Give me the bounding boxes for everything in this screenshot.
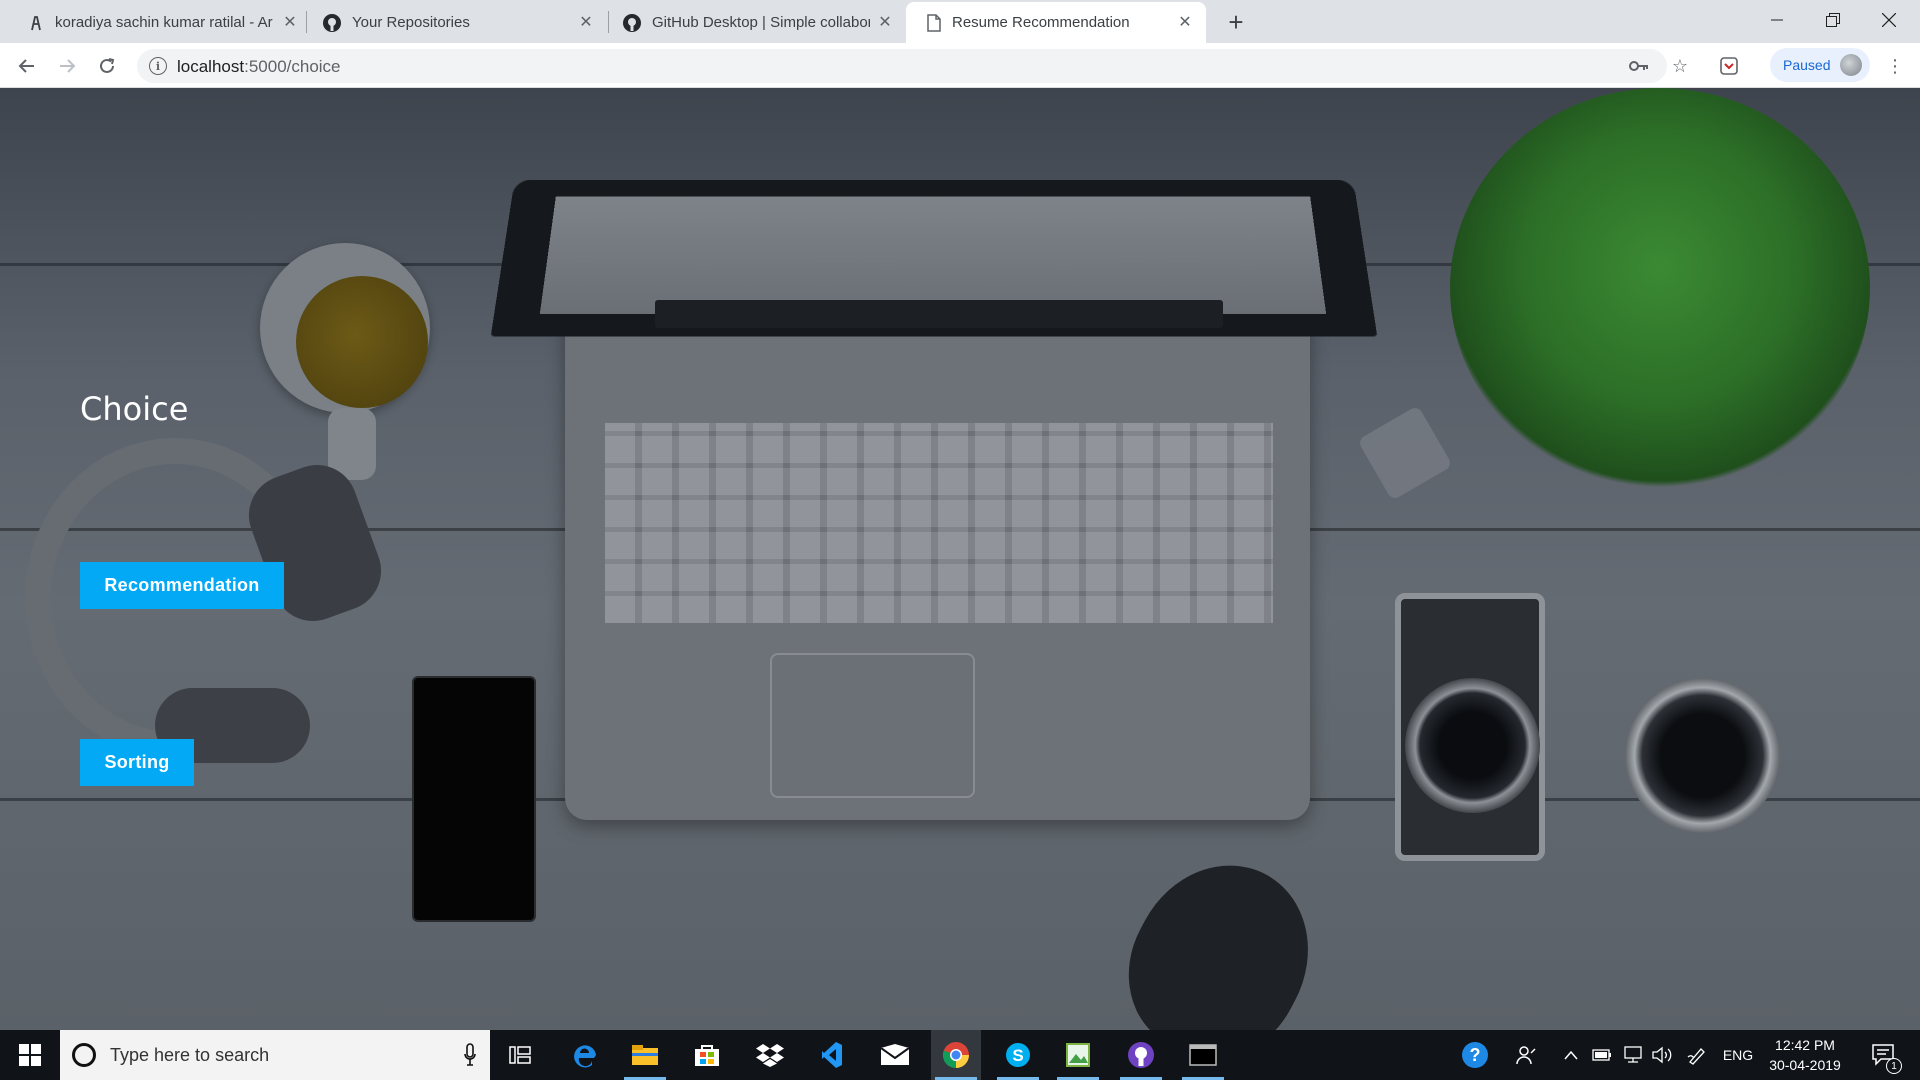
tab-title: Your Repositories bbox=[352, 14, 470, 31]
camera-lens-image bbox=[1405, 678, 1540, 813]
laptop-screen-image bbox=[539, 196, 1327, 314]
mouse-image bbox=[1099, 834, 1341, 1030]
microphone-icon[interactable] bbox=[464, 1043, 476, 1067]
url-text: localhost:5000/choice bbox=[177, 57, 341, 77]
file-explorer-icon[interactable] bbox=[620, 1030, 670, 1080]
network-icon[interactable] bbox=[1618, 1030, 1646, 1080]
laptop-hinge-image bbox=[655, 300, 1223, 328]
url-host: localhost bbox=[177, 57, 245, 76]
sorting-button[interactable]: Sorting bbox=[80, 739, 194, 786]
github-desktop-icon[interactable] bbox=[1116, 1030, 1166, 1080]
terminal-icon[interactable] bbox=[1178, 1030, 1228, 1080]
tab-your-repositories[interactable]: Your Repositories ✕ bbox=[306, 2, 606, 43]
document-icon bbox=[924, 13, 944, 33]
windows-start-icon[interactable] bbox=[0, 1030, 60, 1080]
recommendation-button[interactable]: Recommendation bbox=[80, 562, 284, 609]
key-icon[interactable] bbox=[1626, 53, 1652, 79]
restore-icon[interactable] bbox=[1810, 0, 1856, 40]
github-icon bbox=[322, 13, 342, 33]
lens-image bbox=[1625, 678, 1780, 833]
taskbar-search-box[interactable]: Type here to search bbox=[60, 1030, 490, 1080]
clock-time: 12:42 PM bbox=[1775, 1037, 1835, 1053]
notifications-icon[interactable]: 1 bbox=[1864, 1030, 1904, 1080]
chrome-icon[interactable] bbox=[931, 1030, 981, 1080]
edge-icon[interactable] bbox=[560, 1030, 610, 1080]
search-placeholder: Type here to search bbox=[110, 1045, 270, 1065]
close-window-icon[interactable] bbox=[1866, 0, 1912, 40]
profile-paused-button[interactable]: Paused bbox=[1770, 48, 1870, 82]
github-icon bbox=[622, 13, 642, 33]
avatar bbox=[1840, 54, 1862, 76]
ar-favicon-icon bbox=[26, 13, 46, 33]
tab-title: Resume Recommendation bbox=[952, 14, 1130, 31]
help-icon[interactable]: ? bbox=[1455, 1030, 1495, 1080]
store-icon[interactable] bbox=[682, 1030, 732, 1080]
tab-close-icon[interactable]: ✕ bbox=[576, 12, 596, 32]
tab-close-icon[interactable]: ✕ bbox=[280, 12, 300, 32]
new-tab-icon[interactable]: + bbox=[1222, 7, 1250, 37]
tea-image bbox=[296, 276, 428, 408]
image-editor-icon[interactable] bbox=[1053, 1030, 1103, 1080]
visual-studio-icon[interactable] bbox=[807, 1030, 857, 1080]
people-icon[interactable] bbox=[1508, 1030, 1544, 1080]
minimize-icon[interactable] bbox=[1754, 0, 1800, 40]
show-hidden-icons-icon[interactable] bbox=[1560, 1030, 1582, 1080]
skype-icon[interactable]: S bbox=[993, 1030, 1043, 1080]
tab-resume-recommendation[interactable]: Resume Recommendation ✕ bbox=[906, 2, 1206, 43]
pocket-extension-icon[interactable] bbox=[1716, 53, 1742, 79]
browser-toolbar: i localhost:5000/choice ☆ Paused ⋮ bbox=[0, 43, 1920, 88]
forward-icon[interactable] bbox=[52, 51, 82, 81]
tab-github-desktop[interactable]: GitHub Desktop | Simple collabor ✕ bbox=[608, 2, 906, 43]
address-bar[interactable]: i localhost:5000/choice bbox=[137, 49, 1667, 83]
svg-text:S: S bbox=[1012, 1046, 1023, 1065]
notification-count-badge: 1 bbox=[1886, 1058, 1902, 1074]
volume-icon[interactable] bbox=[1648, 1030, 1676, 1080]
clock-date: 30-04-2019 bbox=[1769, 1057, 1841, 1073]
keyboard-image bbox=[605, 423, 1273, 623]
menu-kebab-icon[interactable]: ⋮ bbox=[1882, 53, 1908, 79]
back-icon[interactable] bbox=[12, 51, 42, 81]
language-indicator[interactable]: ENG bbox=[1718, 1030, 1758, 1080]
cortana-icon[interactable] bbox=[72, 1043, 96, 1067]
page-title: Choice bbox=[80, 390, 189, 428]
plant-image bbox=[1450, 88, 1870, 488]
trackpad-image bbox=[770, 653, 975, 798]
reload-icon[interactable] bbox=[92, 51, 122, 81]
tab-close-icon[interactable]: ✕ bbox=[1175, 12, 1195, 32]
dropbox-icon[interactable] bbox=[745, 1030, 795, 1080]
bookmark-star-icon[interactable]: ☆ bbox=[1667, 53, 1693, 79]
tab-koradiya[interactable]: koradiya sachin kumar ratilal - Ar ✕ bbox=[4, 2, 304, 43]
tab-title: GitHub Desktop | Simple collabor bbox=[652, 14, 870, 31]
profile-status-label: Paused bbox=[1783, 57, 1831, 73]
site-info-icon[interactable]: i bbox=[149, 57, 167, 75]
url-path: :5000/choice bbox=[244, 57, 341, 76]
battery-icon[interactable] bbox=[1588, 1030, 1616, 1080]
windows-taskbar: Type here to search S ? ENG 12:42 PM 30-… bbox=[0, 1030, 1920, 1080]
mail-icon[interactable] bbox=[870, 1030, 920, 1080]
tab-close-icon[interactable]: ✕ bbox=[875, 12, 895, 32]
system-clock[interactable]: 12:42 PM 30-04-2019 bbox=[1760, 1035, 1850, 1075]
browser-tabstrip: koradiya sachin kumar ratilal - Ar ✕ You… bbox=[0, 0, 1920, 43]
tab-title: koradiya sachin kumar ratilal - Ar bbox=[55, 14, 273, 31]
card-image bbox=[1357, 405, 1453, 501]
task-view-icon[interactable] bbox=[495, 1030, 545, 1080]
pen-workspace-icon[interactable] bbox=[1682, 1030, 1712, 1080]
phone-image bbox=[412, 676, 536, 922]
svg-text:?: ? bbox=[1470, 1045, 1481, 1065]
page-viewport: Choice Recommendation Sorting bbox=[0, 88, 1920, 1030]
